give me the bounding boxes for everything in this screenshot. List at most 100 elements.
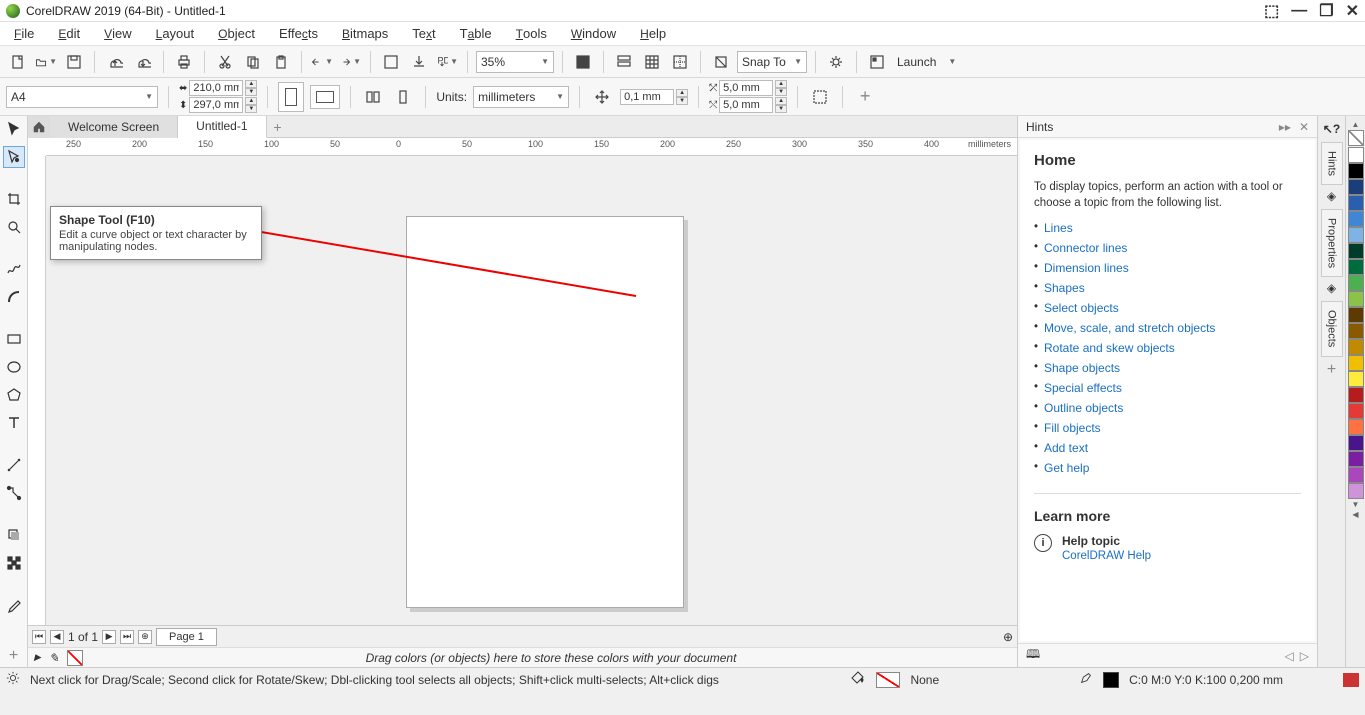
- quick-customize-button[interactable]: +: [3, 645, 25, 667]
- current-page-button[interactable]: [391, 85, 415, 109]
- pick-tool[interactable]: [3, 118, 25, 140]
- menu-window[interactable]: Window: [561, 24, 626, 43]
- redo-button[interactable]: ▼: [338, 50, 362, 74]
- import-button[interactable]: [407, 50, 431, 74]
- hints-fwd-button[interactable]: ▷: [1300, 649, 1309, 663]
- all-pages-button[interactable]: [361, 85, 385, 109]
- welcome-tab[interactable]: Welcome Screen: [50, 116, 178, 138]
- rectangle-tool[interactable]: [3, 328, 25, 350]
- add-page-button[interactable]: ⊕: [138, 630, 152, 644]
- units-combo[interactable]: millimeters▼: [473, 86, 569, 108]
- no-fill-swatch[interactable]: [1348, 130, 1364, 146]
- color-swatch-9[interactable]: [1348, 291, 1364, 307]
- color-swatch-12[interactable]: [1348, 339, 1364, 355]
- zoom-combo[interactable]: 35%▼: [476, 51, 554, 73]
- text-tool[interactable]: [3, 412, 25, 434]
- tab-hints[interactable]: Hints: [1321, 142, 1343, 185]
- gear-icon[interactable]: [6, 671, 20, 688]
- hints-link-4[interactable]: Select objects: [1044, 301, 1119, 315]
- cloud-download-button[interactable]: [131, 50, 155, 74]
- show-grid-button[interactable]: [640, 50, 664, 74]
- color-swatch-7[interactable]: [1348, 259, 1364, 275]
- print-button[interactable]: [172, 50, 196, 74]
- polygon-tool[interactable]: [3, 384, 25, 406]
- palette-down-button[interactable]: ▼: [1352, 500, 1360, 509]
- crop-tool[interactable]: [3, 188, 25, 210]
- paper-size-combo[interactable]: A4▼: [6, 86, 158, 108]
- color-swatch-6[interactable]: [1348, 243, 1364, 259]
- outline-swatch[interactable]: [1103, 672, 1119, 688]
- color-proof-icon[interactable]: [1343, 673, 1359, 687]
- pencil-icon[interactable]: ✎: [49, 651, 59, 665]
- document-palette[interactable]: ▶ ✎ Drag colors (or objects) here to sto…: [28, 647, 1017, 667]
- menu-text[interactable]: Text: [402, 24, 445, 43]
- hints-link-1[interactable]: Connector lines: [1044, 241, 1127, 255]
- ellipse-tool[interactable]: [3, 356, 25, 378]
- page-height-input[interactable]: [189, 97, 243, 113]
- hints-link-6[interactable]: Rotate and skew objects: [1044, 341, 1175, 355]
- close-panel-button[interactable]: ✕: [1299, 120, 1309, 134]
- hints-link-7[interactable]: Shape objects: [1044, 361, 1120, 375]
- color-swatch-1[interactable]: [1348, 163, 1364, 179]
- color-swatch-10[interactable]: [1348, 307, 1364, 323]
- color-swatch-2[interactable]: [1348, 179, 1364, 195]
- color-swatch-4[interactable]: [1348, 211, 1364, 227]
- color-swatch-16[interactable]: [1348, 403, 1364, 419]
- dup-y-input[interactable]: [719, 97, 773, 113]
- hints-book-icon[interactable]: 🕮: [1026, 645, 1040, 666]
- menu-effects[interactable]: Effects: [269, 24, 328, 43]
- transparency-tool[interactable]: [3, 552, 25, 574]
- color-swatch-0[interactable]: [1348, 147, 1364, 163]
- palette-flyout-button[interactable]: ◀: [1352, 510, 1358, 519]
- minimize-button[interactable]: —: [1291, 2, 1307, 20]
- color-swatch-19[interactable]: [1348, 451, 1364, 467]
- add-docker-button[interactable]: +: [1327, 361, 1336, 379]
- shape-tool[interactable]: [3, 146, 25, 168]
- fill-swatch[interactable]: [876, 672, 900, 688]
- color-swatch-8[interactable]: [1348, 275, 1364, 291]
- no-color-swatch[interactable]: [67, 650, 83, 666]
- collapse-panel-button[interactable]: ▸▸: [1279, 120, 1291, 134]
- color-swatch-11[interactable]: [1348, 323, 1364, 339]
- color-swatch-13[interactable]: [1348, 355, 1364, 371]
- canvas[interactable]: Shape Tool (F10) Edit a curve object or …: [46, 156, 1017, 625]
- connector-tool[interactable]: [3, 482, 25, 504]
- hints-link-12[interactable]: Get help: [1044, 461, 1089, 475]
- color-swatch-14[interactable]: [1348, 371, 1364, 387]
- landscape-button[interactable]: [310, 85, 340, 109]
- hints-link-8[interactable]: Special effects: [1044, 381, 1122, 395]
- paste-button[interactable]: [269, 50, 293, 74]
- hints-pointer-icon[interactable]: ↖?: [1323, 122, 1340, 140]
- tab-properties[interactable]: Properties: [1321, 209, 1343, 277]
- dup-x-input[interactable]: [719, 80, 773, 96]
- navigator-icon[interactable]: ⊕: [1003, 630, 1013, 644]
- page-width-input[interactable]: [189, 80, 243, 96]
- hints-link-10[interactable]: Fill objects: [1044, 421, 1101, 435]
- first-page-button[interactable]: ⏮: [32, 630, 46, 644]
- snap-off-button[interactable]: [709, 50, 733, 74]
- help-link[interactable]: CorelDRAW Help: [1062, 550, 1151, 562]
- nudge-input[interactable]: [620, 89, 674, 105]
- menu-object[interactable]: Object: [208, 24, 265, 43]
- color-swatch-20[interactable]: [1348, 467, 1364, 483]
- save-button[interactable]: [62, 50, 86, 74]
- hints-link-5[interactable]: Move, scale, and stretch objects: [1044, 321, 1215, 335]
- properties-icon[interactable]: ◈: [1327, 189, 1336, 207]
- fill-icon[interactable]: [850, 670, 866, 689]
- add-tab-button[interactable]: +: [267, 119, 289, 135]
- color-swatch-17[interactable]: [1348, 419, 1364, 435]
- close-button[interactable]: ✕: [1346, 1, 1359, 21]
- color-swatch-18[interactable]: [1348, 435, 1364, 451]
- menu-edit[interactable]: Edit: [48, 24, 90, 43]
- freehand-tool[interactable]: [3, 258, 25, 280]
- launch-combo[interactable]: Launch▼: [893, 51, 957, 73]
- artistic-media-tool[interactable]: [3, 286, 25, 308]
- prev-page-button[interactable]: ◀: [50, 630, 64, 644]
- palette-up-button[interactable]: ▲: [1352, 120, 1360, 129]
- cut-button[interactable]: [213, 50, 237, 74]
- next-page-button[interactable]: ▶: [102, 630, 116, 644]
- color-swatch-5[interactable]: [1348, 227, 1364, 243]
- hints-link-2[interactable]: Dimension lines: [1044, 261, 1129, 275]
- color-swatch-15[interactable]: [1348, 387, 1364, 403]
- maximize-button[interactable]: ❐: [1319, 1, 1333, 21]
